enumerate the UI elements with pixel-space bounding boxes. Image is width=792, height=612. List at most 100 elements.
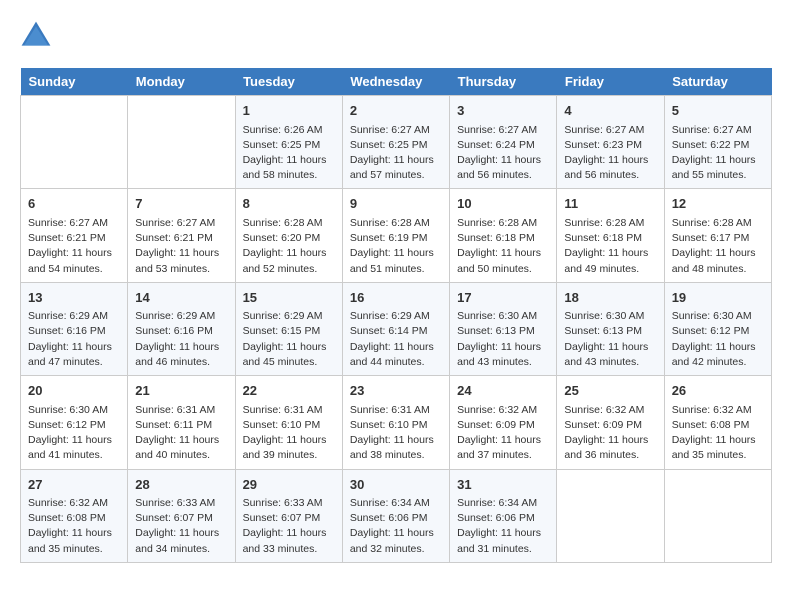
- day-info: Sunrise: 6:28 AM Sunset: 6:18 PM Dayligh…: [564, 216, 656, 277]
- weekday-header-monday: Monday: [128, 68, 235, 96]
- day-info: Sunrise: 6:33 AM Sunset: 6:07 PM Dayligh…: [243, 496, 335, 557]
- day-info: Sunrise: 6:31 AM Sunset: 6:10 PM Dayligh…: [243, 403, 335, 464]
- calendar-cell: [664, 469, 771, 562]
- day-info: Sunrise: 6:28 AM Sunset: 6:20 PM Dayligh…: [243, 216, 335, 277]
- calendar-cell: [557, 469, 664, 562]
- day-info: Sunrise: 6:33 AM Sunset: 6:07 PM Dayligh…: [135, 496, 227, 557]
- day-info: Sunrise: 6:32 AM Sunset: 6:08 PM Dayligh…: [28, 496, 120, 557]
- calendar-cell: 24Sunrise: 6:32 AM Sunset: 6:09 PM Dayli…: [450, 376, 557, 469]
- day-number: 9: [350, 194, 442, 214]
- day-number: 3: [457, 101, 549, 121]
- day-info: Sunrise: 6:27 AM Sunset: 6:21 PM Dayligh…: [135, 216, 227, 277]
- logo: [20, 20, 58, 52]
- weekday-header-sunday: Sunday: [21, 68, 128, 96]
- calendar-cell: 25Sunrise: 6:32 AM Sunset: 6:09 PM Dayli…: [557, 376, 664, 469]
- calendar-week-row: 1Sunrise: 6:26 AM Sunset: 6:25 PM Daylig…: [21, 96, 772, 189]
- day-number: 16: [350, 288, 442, 308]
- calendar-cell: 27Sunrise: 6:32 AM Sunset: 6:08 PM Dayli…: [21, 469, 128, 562]
- calendar-cell: 28Sunrise: 6:33 AM Sunset: 6:07 PM Dayli…: [128, 469, 235, 562]
- calendar-cell: 6Sunrise: 6:27 AM Sunset: 6:21 PM Daylig…: [21, 189, 128, 282]
- day-number: 6: [28, 194, 120, 214]
- page-header: [20, 20, 772, 52]
- day-number: 28: [135, 475, 227, 495]
- calendar-cell: 4Sunrise: 6:27 AM Sunset: 6:23 PM Daylig…: [557, 96, 664, 189]
- day-info: Sunrise: 6:27 AM Sunset: 6:24 PM Dayligh…: [457, 123, 549, 184]
- calendar-cell: 2Sunrise: 6:27 AM Sunset: 6:25 PM Daylig…: [342, 96, 449, 189]
- calendar-cell: 17Sunrise: 6:30 AM Sunset: 6:13 PM Dayli…: [450, 282, 557, 375]
- day-number: 22: [243, 381, 335, 401]
- day-number: 24: [457, 381, 549, 401]
- day-info: Sunrise: 6:27 AM Sunset: 6:25 PM Dayligh…: [350, 123, 442, 184]
- day-info: Sunrise: 6:34 AM Sunset: 6:06 PM Dayligh…: [350, 496, 442, 557]
- day-number: 1: [243, 101, 335, 121]
- day-info: Sunrise: 6:31 AM Sunset: 6:11 PM Dayligh…: [135, 403, 227, 464]
- day-info: Sunrise: 6:28 AM Sunset: 6:17 PM Dayligh…: [672, 216, 764, 277]
- day-info: Sunrise: 6:32 AM Sunset: 6:09 PM Dayligh…: [457, 403, 549, 464]
- calendar-cell: [21, 96, 128, 189]
- day-number: 29: [243, 475, 335, 495]
- day-number: 10: [457, 194, 549, 214]
- day-info: Sunrise: 6:29 AM Sunset: 6:16 PM Dayligh…: [28, 309, 120, 370]
- calendar-cell: 18Sunrise: 6:30 AM Sunset: 6:13 PM Dayli…: [557, 282, 664, 375]
- day-number: 19: [672, 288, 764, 308]
- calendar-cell: 20Sunrise: 6:30 AM Sunset: 6:12 PM Dayli…: [21, 376, 128, 469]
- calendar-cell: 31Sunrise: 6:34 AM Sunset: 6:06 PM Dayli…: [450, 469, 557, 562]
- day-info: Sunrise: 6:34 AM Sunset: 6:06 PM Dayligh…: [457, 496, 549, 557]
- day-number: 25: [564, 381, 656, 401]
- calendar-cell: [128, 96, 235, 189]
- day-number: 13: [28, 288, 120, 308]
- calendar-cell: 9Sunrise: 6:28 AM Sunset: 6:19 PM Daylig…: [342, 189, 449, 282]
- day-number: 11: [564, 194, 656, 214]
- calendar-cell: 3Sunrise: 6:27 AM Sunset: 6:24 PM Daylig…: [450, 96, 557, 189]
- day-number: 12: [672, 194, 764, 214]
- calendar-cell: 19Sunrise: 6:30 AM Sunset: 6:12 PM Dayli…: [664, 282, 771, 375]
- day-number: 23: [350, 381, 442, 401]
- day-info: Sunrise: 6:28 AM Sunset: 6:18 PM Dayligh…: [457, 216, 549, 277]
- day-info: Sunrise: 6:28 AM Sunset: 6:19 PM Dayligh…: [350, 216, 442, 277]
- day-number: 17: [457, 288, 549, 308]
- day-info: Sunrise: 6:32 AM Sunset: 6:08 PM Dayligh…: [672, 403, 764, 464]
- calendar-cell: 22Sunrise: 6:31 AM Sunset: 6:10 PM Dayli…: [235, 376, 342, 469]
- calendar-cell: 26Sunrise: 6:32 AM Sunset: 6:08 PM Dayli…: [664, 376, 771, 469]
- day-info: Sunrise: 6:27 AM Sunset: 6:21 PM Dayligh…: [28, 216, 120, 277]
- day-info: Sunrise: 6:29 AM Sunset: 6:16 PM Dayligh…: [135, 309, 227, 370]
- day-number: 5: [672, 101, 764, 121]
- day-number: 21: [135, 381, 227, 401]
- day-info: Sunrise: 6:32 AM Sunset: 6:09 PM Dayligh…: [564, 403, 656, 464]
- day-info: Sunrise: 6:30 AM Sunset: 6:12 PM Dayligh…: [28, 403, 120, 464]
- day-info: Sunrise: 6:27 AM Sunset: 6:23 PM Dayligh…: [564, 123, 656, 184]
- day-number: 2: [350, 101, 442, 121]
- day-info: Sunrise: 6:30 AM Sunset: 6:13 PM Dayligh…: [564, 309, 656, 370]
- calendar-cell: 12Sunrise: 6:28 AM Sunset: 6:17 PM Dayli…: [664, 189, 771, 282]
- day-number: 30: [350, 475, 442, 495]
- day-info: Sunrise: 6:27 AM Sunset: 6:22 PM Dayligh…: [672, 123, 764, 184]
- day-info: Sunrise: 6:26 AM Sunset: 6:25 PM Dayligh…: [243, 123, 335, 184]
- day-number: 26: [672, 381, 764, 401]
- calendar-week-row: 20Sunrise: 6:30 AM Sunset: 6:12 PM Dayli…: [21, 376, 772, 469]
- weekday-header-friday: Friday: [557, 68, 664, 96]
- calendar-cell: 14Sunrise: 6:29 AM Sunset: 6:16 PM Dayli…: [128, 282, 235, 375]
- calendar-cell: 29Sunrise: 6:33 AM Sunset: 6:07 PM Dayli…: [235, 469, 342, 562]
- day-info: Sunrise: 6:29 AM Sunset: 6:14 PM Dayligh…: [350, 309, 442, 370]
- day-info: Sunrise: 6:30 AM Sunset: 6:12 PM Dayligh…: [672, 309, 764, 370]
- day-number: 18: [564, 288, 656, 308]
- calendar-week-row: 13Sunrise: 6:29 AM Sunset: 6:16 PM Dayli…: [21, 282, 772, 375]
- calendar-cell: 8Sunrise: 6:28 AM Sunset: 6:20 PM Daylig…: [235, 189, 342, 282]
- day-number: 8: [243, 194, 335, 214]
- day-info: Sunrise: 6:29 AM Sunset: 6:15 PM Dayligh…: [243, 309, 335, 370]
- day-info: Sunrise: 6:30 AM Sunset: 6:13 PM Dayligh…: [457, 309, 549, 370]
- day-number: 14: [135, 288, 227, 308]
- calendar-cell: 11Sunrise: 6:28 AM Sunset: 6:18 PM Dayli…: [557, 189, 664, 282]
- weekday-header-row: SundayMondayTuesdayWednesdayThursdayFrid…: [21, 68, 772, 96]
- calendar-cell: 23Sunrise: 6:31 AM Sunset: 6:10 PM Dayli…: [342, 376, 449, 469]
- day-number: 4: [564, 101, 656, 121]
- calendar-cell: 10Sunrise: 6:28 AM Sunset: 6:18 PM Dayli…: [450, 189, 557, 282]
- day-number: 31: [457, 475, 549, 495]
- weekday-header-tuesday: Tuesday: [235, 68, 342, 96]
- calendar-cell: 1Sunrise: 6:26 AM Sunset: 6:25 PM Daylig…: [235, 96, 342, 189]
- calendar-table: SundayMondayTuesdayWednesdayThursdayFrid…: [20, 68, 772, 563]
- logo-icon: [20, 20, 52, 52]
- day-number: 7: [135, 194, 227, 214]
- calendar-week-row: 27Sunrise: 6:32 AM Sunset: 6:08 PM Dayli…: [21, 469, 772, 562]
- day-number: 15: [243, 288, 335, 308]
